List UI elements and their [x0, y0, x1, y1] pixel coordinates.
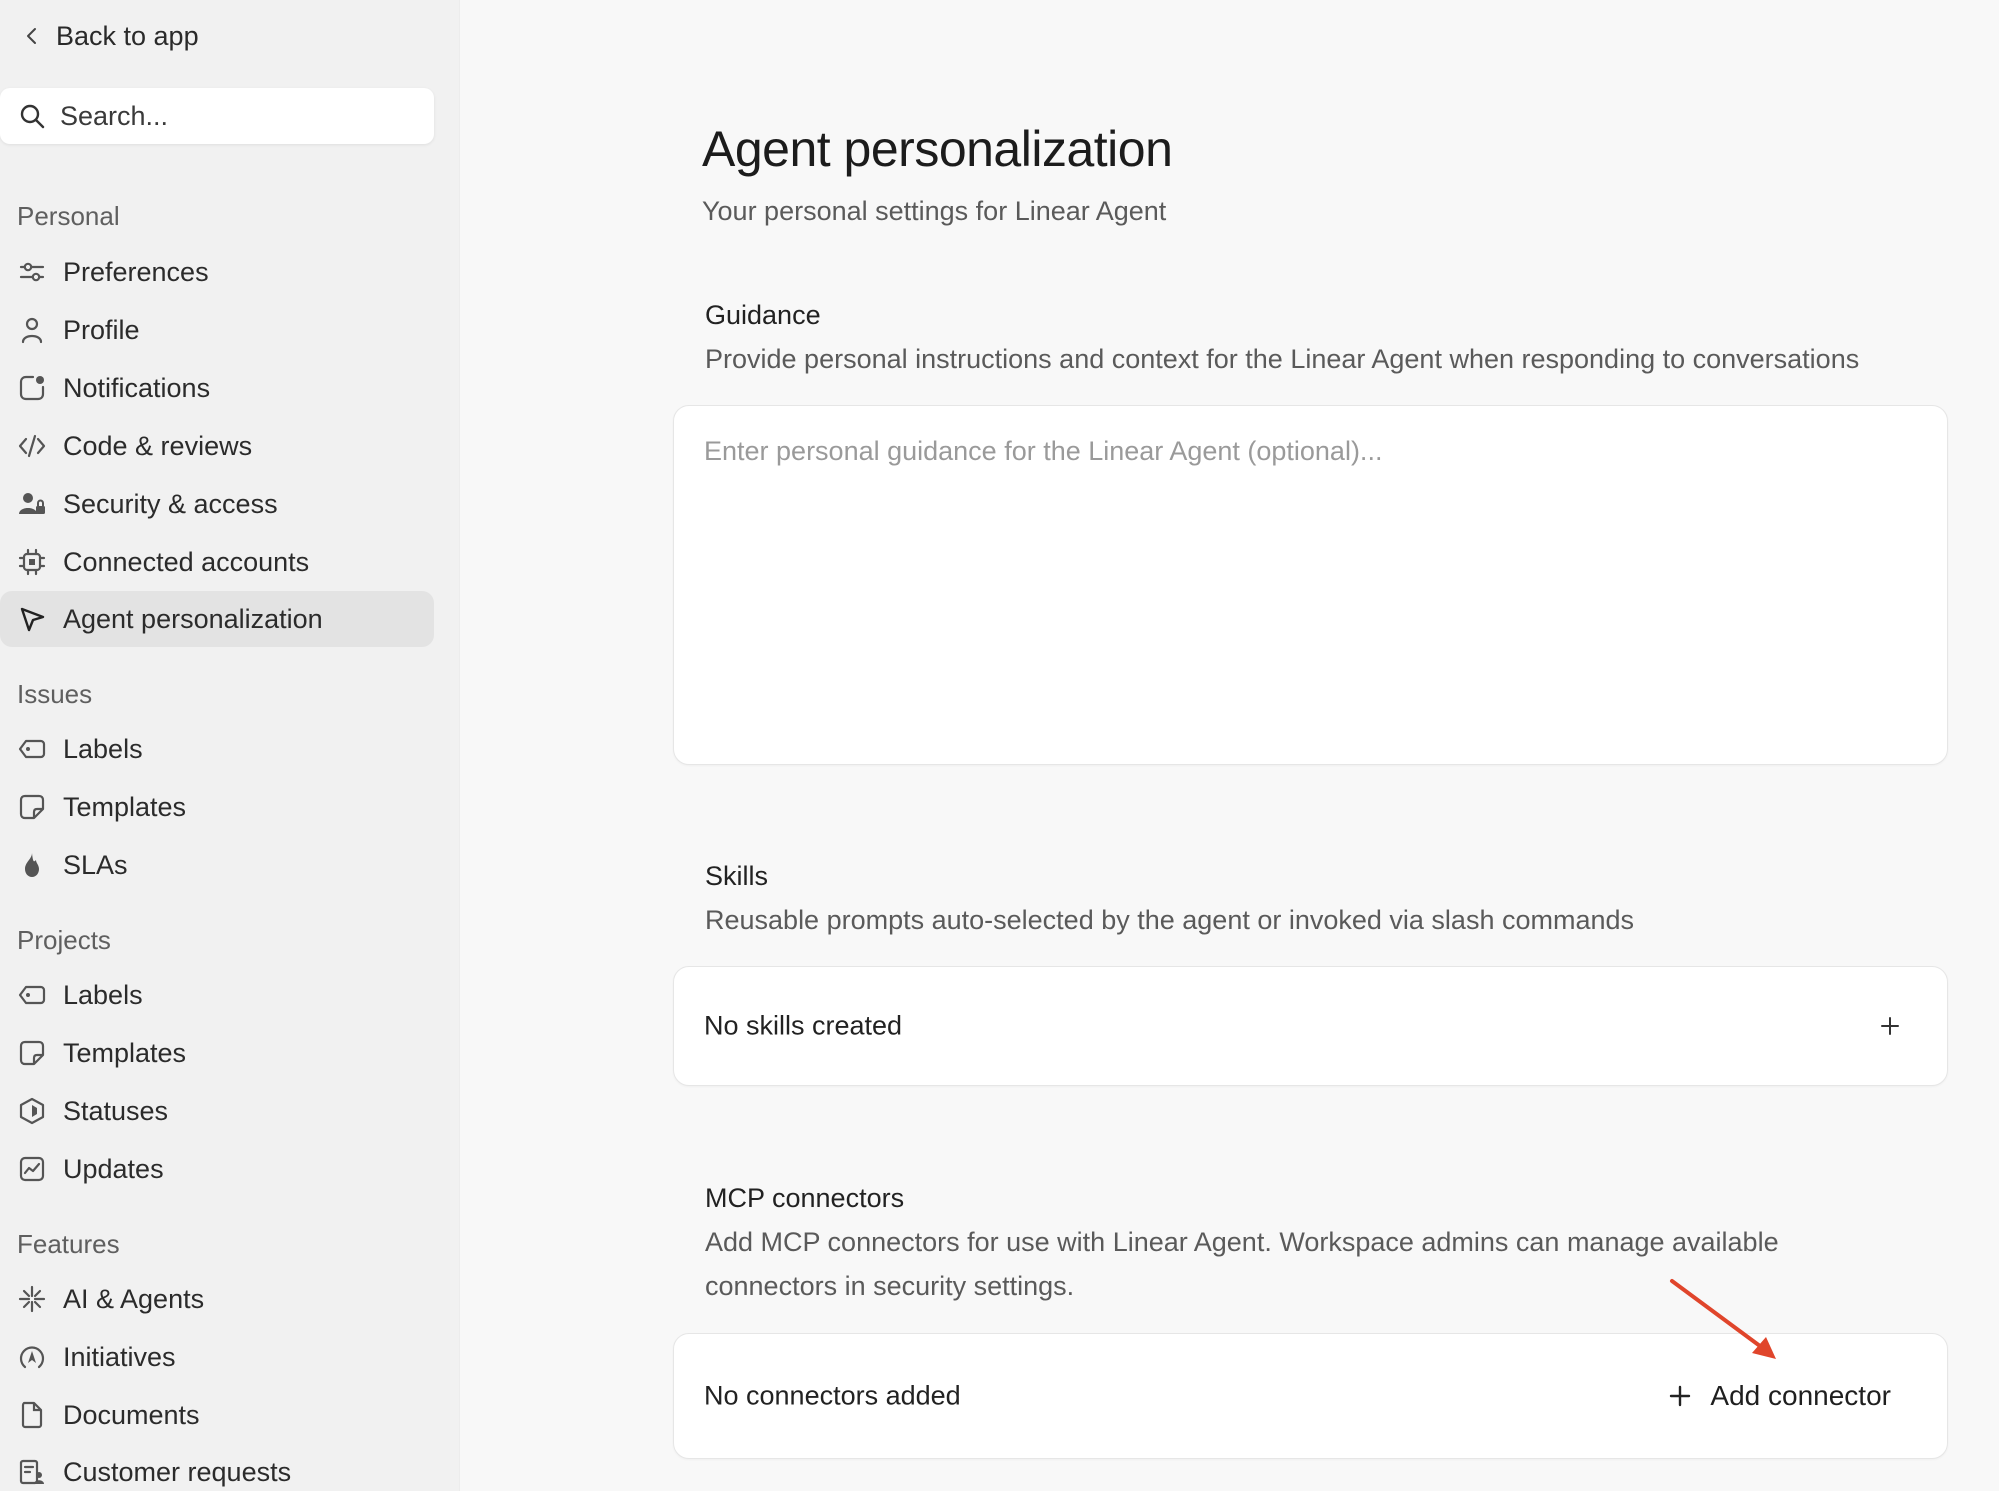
- guidance-description: Provide personal instructions and contex…: [705, 344, 1860, 374]
- sidebar-item-label: Customer requests: [63, 1456, 292, 1487]
- page-subtitle: Your personal settings for Linear Agent: [702, 196, 1167, 226]
- sidebar-item-profile[interactable]: Profile: [0, 302, 434, 358]
- chip-icon: [17, 547, 47, 577]
- bell-dot-icon: [17, 373, 47, 403]
- section-title-projects: Projects: [17, 925, 111, 955]
- tag-icon: [17, 734, 47, 764]
- sidebar-item-label: Templates: [63, 791, 187, 822]
- sidebar-item-label: SLAs: [63, 849, 128, 880]
- code-icon: [17, 431, 47, 461]
- sidebar-item-issue-templates[interactable]: Templates: [0, 779, 434, 835]
- search-input[interactable]: [60, 100, 420, 132]
- sidebar-item-label: Labels: [63, 979, 143, 1010]
- sidebar-item-project-templates[interactable]: Templates: [0, 1025, 434, 1081]
- sidebar-item-label: Updates: [63, 1153, 164, 1184]
- section-title-issues: Issues: [17, 679, 93, 709]
- sidebar-item-label: Profile: [63, 314, 140, 345]
- sidebar-item-initiatives[interactable]: Initiatives: [0, 1329, 434, 1385]
- sparkle-icon: [17, 1284, 47, 1314]
- page-title: Agent personalization: [702, 121, 1173, 177]
- sidebar-item-ai-agents[interactable]: AI & Agents: [0, 1271, 434, 1327]
- add-connector-button[interactable]: Add connector: [1668, 1380, 1891, 1412]
- sliders-icon: [17, 257, 47, 287]
- sidebar-item-project-labels[interactable]: Labels: [0, 967, 434, 1023]
- main-content: Agent personalization Your personal sett…: [461, 0, 1999, 1491]
- skills-heading: Skills: [705, 861, 769, 891]
- customer-request-icon: [17, 1457, 47, 1487]
- sidebar-item-connected-accounts[interactable]: Connected accounts: [0, 534, 434, 590]
- cursor-arrow-icon: [17, 604, 47, 634]
- mcp-description-line2: connectors in security settings.: [705, 1271, 1075, 1301]
- mcp-empty-text: No connectors added: [704, 1380, 961, 1411]
- sidebar-item-agent-personalization[interactable]: Agent personalization: [0, 591, 434, 647]
- person-icon: [17, 315, 47, 345]
- sidebar-item-code-reviews[interactable]: Code & reviews: [0, 418, 434, 474]
- mcp-description-line1: Add MCP connectors for use with Linear A…: [705, 1227, 1779, 1257]
- sidebar-item-statuses[interactable]: Statuses: [0, 1083, 434, 1139]
- search-icon: [20, 104, 45, 129]
- annotation-arrow-icon: [1670, 1279, 1776, 1359]
- flame-icon: [17, 850, 47, 880]
- skills-description: Reusable prompts auto-selected by the ag…: [705, 905, 1635, 935]
- plus-icon: [1670, 1385, 1691, 1407]
- sidebar-item-label: Initiatives: [63, 1341, 176, 1372]
- sidebar-item-label: Code & reviews: [63, 430, 253, 461]
- back-to-app-link[interactable]: Back to app: [22, 16, 199, 56]
- compass-icon: [17, 1342, 47, 1372]
- guidance-textarea[interactable]: [704, 436, 1914, 736]
- sidebar-item-notifications[interactable]: Notifications: [0, 360, 434, 416]
- section-title-features: Features: [17, 1229, 120, 1259]
- sidebar-item-label: Connected accounts: [63, 546, 310, 577]
- sidebar: Back to app Personal Preferences Profile…: [0, 0, 460, 1491]
- sidebar-item-label: Notifications: [63, 372, 211, 403]
- template-icon: [17, 792, 47, 822]
- tag-icon: [17, 980, 47, 1010]
- sidebar-item-label: Agent personalization: [63, 603, 323, 634]
- sidebar-item-label: Preferences: [63, 256, 209, 287]
- add-skill-button[interactable]: [1873, 1009, 1907, 1043]
- guidance-card: [673, 405, 1948, 765]
- hexagon-icon: [17, 1096, 47, 1126]
- sidebar-item-issue-labels[interactable]: Labels: [0, 721, 434, 777]
- section-title-personal: Personal: [17, 201, 120, 231]
- users-lock-icon: [17, 489, 47, 519]
- sidebar-item-label: Templates: [63, 1037, 187, 1068]
- chevron-left-icon: [27, 28, 36, 44]
- sidebar-item-preferences[interactable]: Preferences: [0, 244, 434, 300]
- sidebar-item-label: Statuses: [63, 1095, 169, 1126]
- sidebar-item-label: Security & access: [63, 488, 278, 519]
- mcp-heading: MCP connectors: [705, 1183, 905, 1213]
- search-box[interactable]: [0, 88, 434, 144]
- sidebar-item-customer-requests[interactable]: Customer requests: [0, 1444, 434, 1491]
- add-connector-label: Add connector: [1710, 1380, 1891, 1411]
- back-to-app-label: Back to app: [56, 20, 199, 51]
- skills-card: No skills created: [673, 966, 1948, 1086]
- document-icon: [17, 1400, 47, 1430]
- chart-line-icon: [17, 1154, 47, 1184]
- sidebar-item-documents[interactable]: Documents: [0, 1387, 434, 1443]
- sidebar-item-slas[interactable]: SLAs: [0, 837, 434, 893]
- skills-empty-text: No skills created: [704, 1010, 903, 1041]
- sidebar-item-label: Documents: [63, 1399, 200, 1430]
- template-icon: [17, 1038, 47, 1068]
- sidebar-item-updates[interactable]: Updates: [0, 1141, 434, 1197]
- sidebar-item-security-access[interactable]: Security & access: [0, 476, 434, 532]
- guidance-heading: Guidance: [705, 300, 821, 330]
- sidebar-item-label: AI & Agents: [63, 1283, 205, 1314]
- sidebar-item-label: Labels: [63, 733, 143, 764]
- plus-icon: [1881, 1017, 1899, 1035]
